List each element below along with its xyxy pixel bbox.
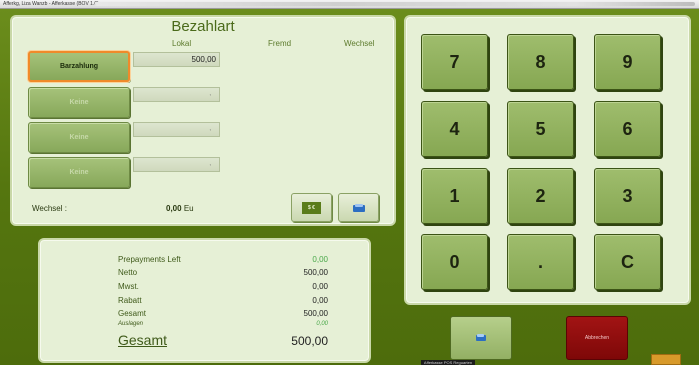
row-label: Gesamt <box>118 309 147 318</box>
totals-row: Auslagen 0,00 <box>118 321 328 327</box>
payment-amount-field[interactable]: , <box>133 87 220 102</box>
row-label: Prepayments Left <box>118 255 181 264</box>
totals-panel: Prepayments Left 0,00 Netto 500,00 Mwst.… <box>38 238 371 363</box>
row-value: 500,00 <box>303 309 328 318</box>
wechsel-label: Wechsel : <box>32 204 67 213</box>
card-button[interactable] <box>338 193 379 222</box>
row-value: 0,00 <box>312 255 328 264</box>
wechsel-value: 0,00 Eu <box>166 204 194 213</box>
payment-amount-field[interactable]: 500,00 <box>133 52 220 67</box>
row-value: 0,00 <box>316 321 328 327</box>
row-label: Mwst. <box>118 282 139 291</box>
payment-method-button[interactable]: Keine <box>28 122 130 153</box>
totals-row: Netto 500,00 <box>118 268 328 277</box>
column-wechsel: Wechsel <box>344 39 375 48</box>
grand-total-row: Gesamt 500,00 <box>118 332 328 348</box>
row-value: 0,00 <box>312 296 328 305</box>
title-bar: Afferkg, Liza Wanzb - Afferkasse (BOV 1.… <box>0 0 699 9</box>
key-9[interactable]: 9 <box>594 34 661 90</box>
key-2[interactable]: 2 <box>507 168 574 224</box>
grand-total-value: 500,00 <box>291 334 328 348</box>
payment-amount-field[interactable]: , <box>133 122 220 137</box>
wechsel-currency: Eu <box>183 204 194 213</box>
key-1[interactable]: 1 <box>421 168 488 224</box>
key-5[interactable]: 5 <box>507 101 574 157</box>
key-4[interactable]: 4 <box>421 101 488 157</box>
currency-button[interactable]: $ € <box>291 193 332 222</box>
key-7[interactable]: 7 <box>421 34 488 90</box>
corner-button[interactable] <box>651 354 681 365</box>
totals-row: Prepayments Left 0,00 <box>118 255 328 264</box>
grand-total-label: Gesamt <box>118 332 168 348</box>
totals-row: Mwst. 0,00 <box>118 282 328 291</box>
totals-row: Gesamt 500,00 <box>118 309 328 318</box>
cancel-label: Abbrechen <box>584 335 610 341</box>
money-icon: $ € <box>302 201 321 214</box>
title-strip <box>95 2 695 6</box>
payment-method-button[interactable]: Keine <box>28 87 130 118</box>
cancel-button[interactable]: Abbrechen <box>566 316 628 360</box>
confirm-button[interactable] <box>450 316 512 360</box>
card-icon <box>352 203 365 212</box>
keypad-panel: 7 8 9 4 5 6 1 2 3 0 . C <box>404 15 691 305</box>
column-lokal: Lokal <box>172 39 192 48</box>
payment-panel: Bezahlart Lokal Fremd Wechsel Barzahlung… <box>10 15 396 226</box>
key-8[interactable]: 8 <box>507 34 574 90</box>
row-value: 0,00 <box>312 282 328 291</box>
column-fremd: Fremd <box>268 39 292 48</box>
payment-title: Bezahlart <box>171 18 235 35</box>
window-title: Afferkg, Liza Wanzb - Afferkasse (BOV 1.… <box>3 1 99 7</box>
totals-row: Rabatt 0,00 <box>118 296 328 305</box>
payment-method-barzahlung-button[interactable]: Barzahlung <box>28 51 130 82</box>
card-icon <box>476 334 486 341</box>
payment-amount-field[interactable]: , <box>133 157 220 172</box>
key-3[interactable]: 3 <box>594 168 661 224</box>
key-0[interactable]: 0 <box>421 234 488 290</box>
key-6[interactable]: 6 <box>594 101 661 157</box>
wechsel-amount: 0,00 <box>166 204 182 213</box>
row-label: Rabatt <box>118 296 142 305</box>
key-clear[interactable]: C <box>594 234 661 290</box>
row-label: Netto <box>118 268 138 277</box>
row-value: 500,00 <box>303 268 328 277</box>
key-decimal[interactable]: . <box>507 234 574 290</box>
status-label: Afferkasse POS Reguarten <box>421 360 475 365</box>
row-label: Auslagen <box>118 321 144 327</box>
payment-method-button[interactable]: Keine <box>28 157 130 188</box>
